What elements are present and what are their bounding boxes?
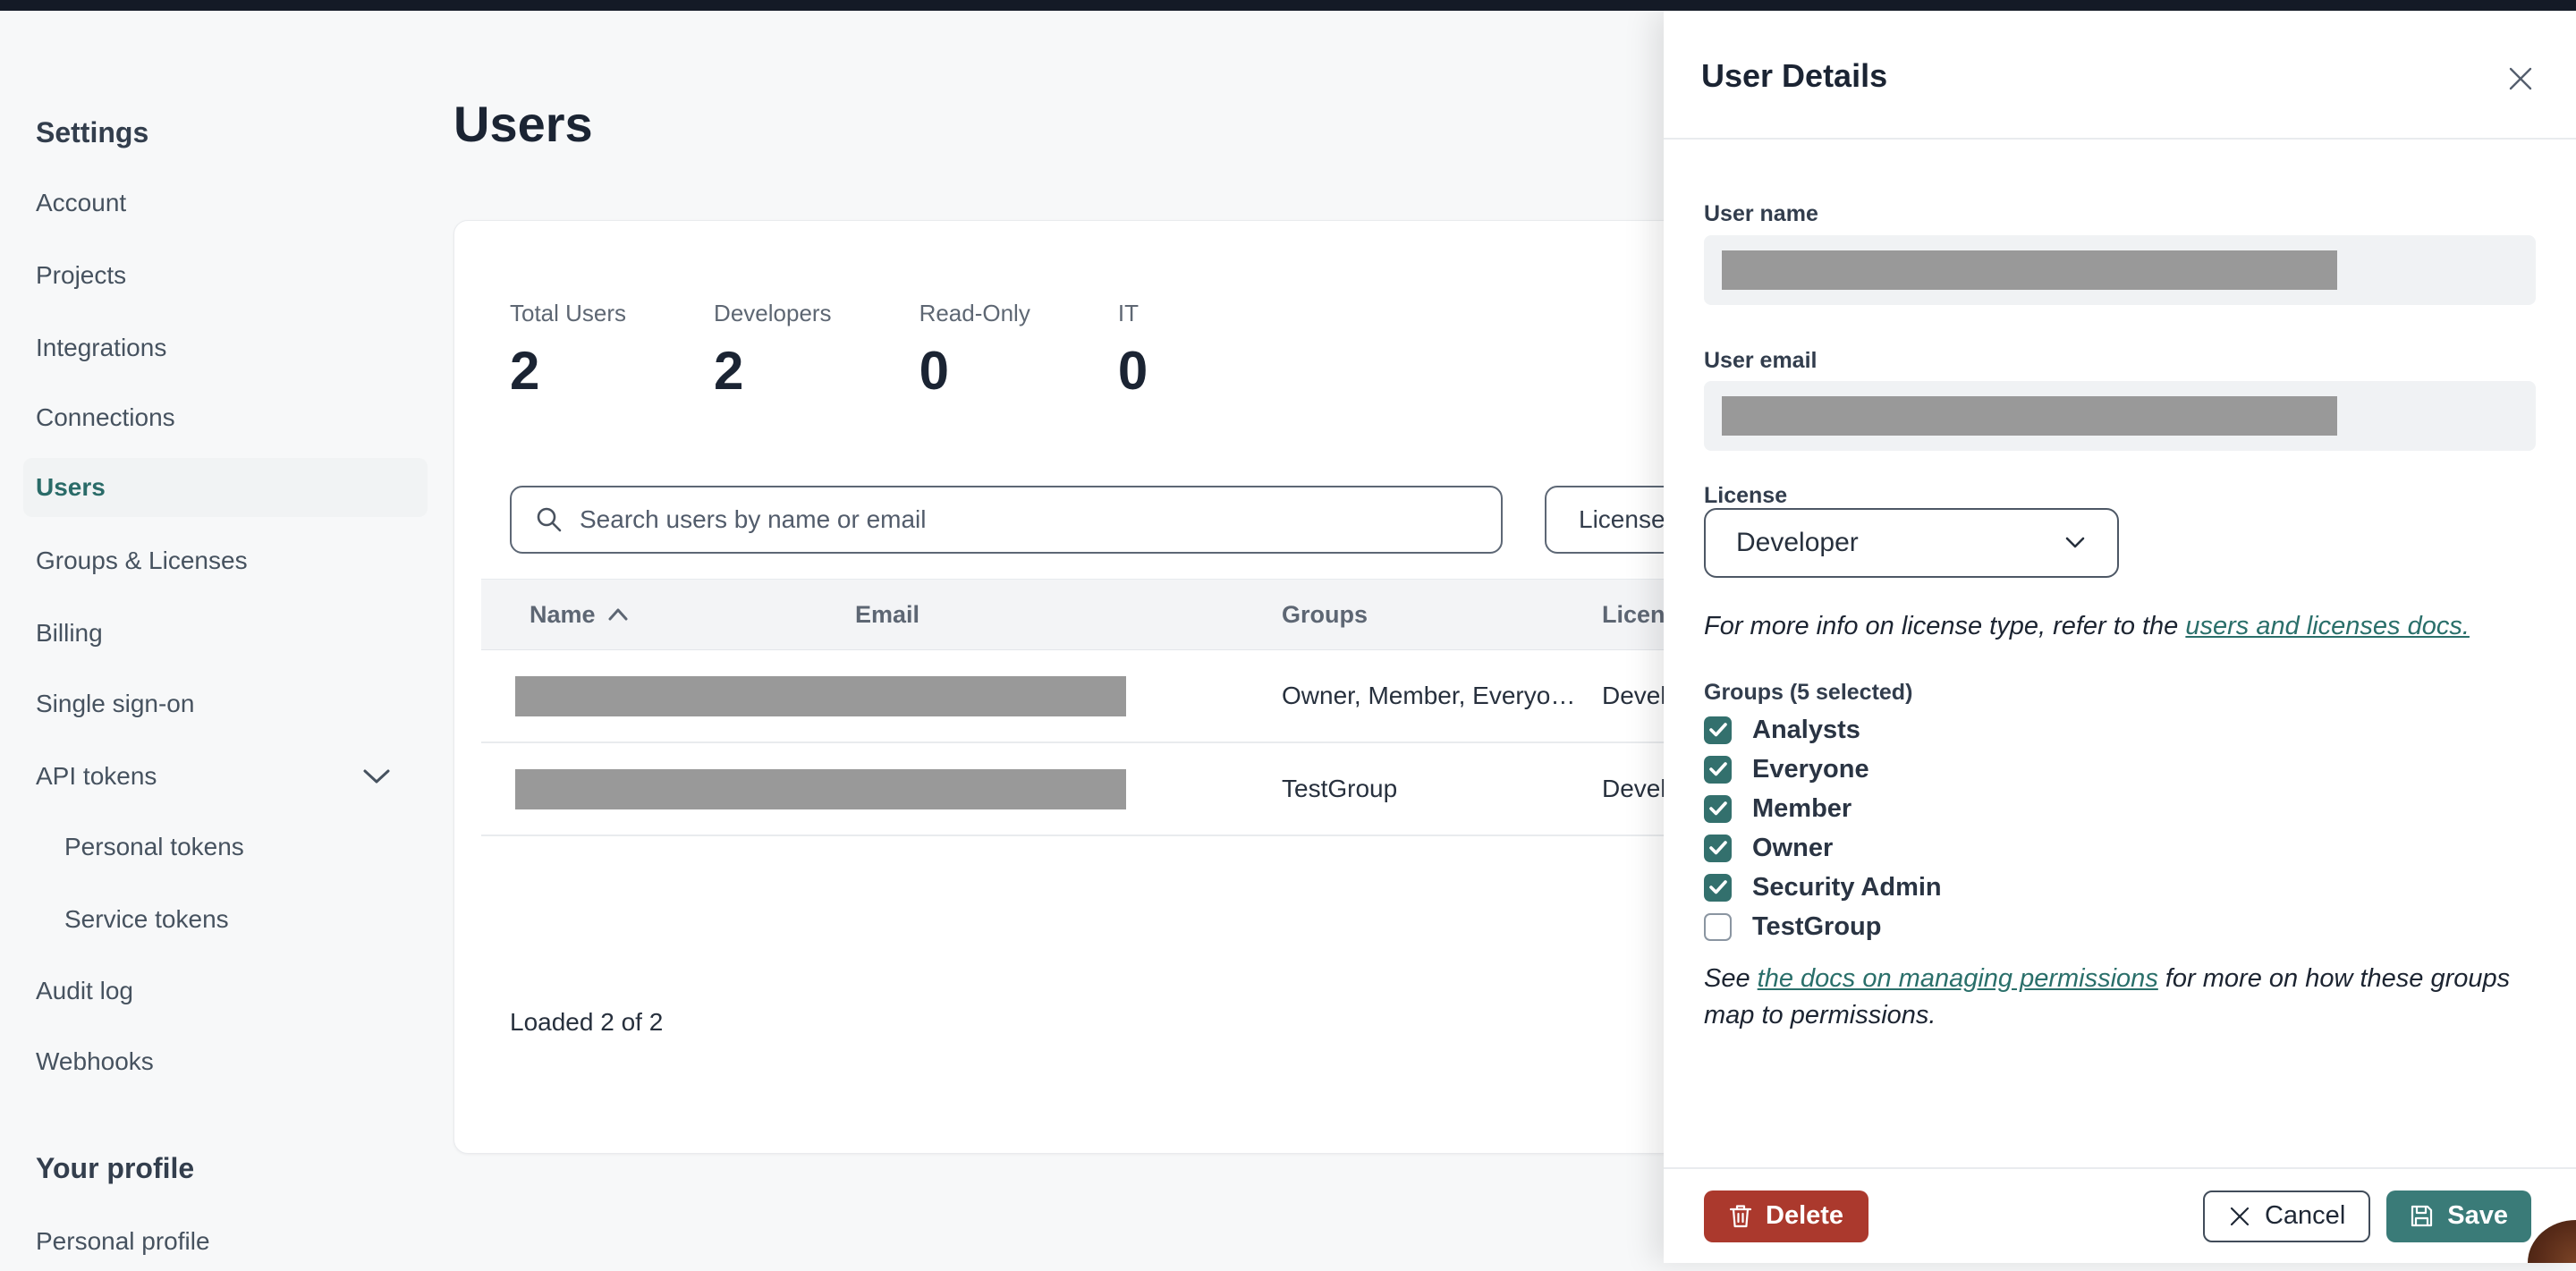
save-disk-icon bbox=[2410, 1204, 2434, 1228]
redacted-user-name bbox=[1722, 250, 2337, 290]
users-card: Total Users 2 Developers 2 Read-Only 0 I… bbox=[453, 220, 1849, 1154]
sidebar-heading-settings: Settings bbox=[36, 116, 149, 148]
search-icon bbox=[535, 505, 564, 534]
save-button[interactable]: Save bbox=[2386, 1190, 2531, 1242]
user-email-field[interactable] bbox=[1704, 381, 2536, 451]
license-select-value: Developer bbox=[1736, 528, 1859, 557]
permissions-note: See the docs on managing permissions for… bbox=[1704, 964, 2511, 1030]
loaded-status: Loaded 2 of 2 bbox=[510, 1008, 664, 1036]
x-icon bbox=[2228, 1205, 2251, 1228]
stat-total-users: Total Users 2 bbox=[510, 300, 627, 401]
close-icon[interactable] bbox=[2503, 61, 2538, 97]
drawer-title: User Details bbox=[1701, 57, 1888, 94]
table-header-row: Name Email Groups License bbox=[481, 579, 1823, 650]
sort-asc-icon bbox=[606, 606, 630, 623]
sidebar-item-connections[interactable]: Connections bbox=[23, 388, 428, 447]
sidebar-item-single-sign-on[interactable]: Single sign-on bbox=[23, 674, 428, 733]
group-checkbox-everyone[interactable]: Everyone bbox=[1704, 750, 1942, 789]
stat-developers: Developers 2 bbox=[714, 300, 832, 401]
user-stats: Total Users 2 Developers 2 Read-Only 0 I… bbox=[510, 300, 1148, 402]
sidebar-item-groups-licenses[interactable]: Groups & Licenses bbox=[23, 531, 428, 590]
stat-it: IT 0 bbox=[1117, 300, 1148, 401]
sidebar-item-audit-log[interactable]: Audit log bbox=[23, 962, 428, 1021]
redacted-name-email bbox=[515, 676, 1126, 716]
group-checkbox-testgroup[interactable]: TestGroup bbox=[1704, 907, 1942, 946]
table-row[interactable]: Owner, Member, Everyo… Developer bbox=[481, 650, 1823, 743]
checkbox-checked-icon bbox=[1704, 873, 1732, 902]
drawer-footer: Delete Cancel Save bbox=[1664, 1167, 2576, 1263]
sidebar-item-integrations[interactable]: Integrations bbox=[23, 318, 428, 377]
user-search bbox=[510, 486, 1503, 554]
license-label: License bbox=[1704, 483, 1788, 508]
sidebar-item-account[interactable]: Account bbox=[23, 174, 428, 233]
drawer-header-divider bbox=[1664, 138, 2576, 140]
managing-permissions-docs-link[interactable]: the docs on managing permissions bbox=[1758, 964, 2158, 993]
sidebar-heading-your-profile: Your profile bbox=[36, 1152, 195, 1184]
user-name-field[interactable] bbox=[1704, 235, 2536, 305]
groups-label: Groups (5 selected) bbox=[1704, 680, 1913, 705]
trash-icon bbox=[1729, 1204, 1752, 1229]
license-select[interactable]: Developer bbox=[1704, 508, 2119, 578]
user-email-label: User email bbox=[1704, 348, 1818, 373]
users-table: Name Email Groups License Owner, Member,… bbox=[481, 579, 1823, 836]
checkbox-unchecked-icon bbox=[1704, 912, 1732, 941]
delete-button[interactable]: Delete bbox=[1704, 1190, 1869, 1242]
sidebar-item-webhooks[interactable]: Webhooks bbox=[23, 1032, 428, 1091]
sidebar-item-personal-tokens[interactable]: Personal tokens bbox=[23, 818, 428, 877]
sidebar-item-personal-profile[interactable]: Personal profile bbox=[23, 1212, 428, 1271]
group-checkbox-security-admin[interactable]: Security Admin bbox=[1704, 868, 1942, 907]
stat-read-only: Read-Only 0 bbox=[919, 300, 1030, 401]
user-name-label: User name bbox=[1704, 201, 1818, 226]
sidebar-item-billing[interactable]: Billing bbox=[23, 604, 428, 663]
redacted-name-email bbox=[515, 769, 1126, 809]
sidebar-item-api-tokens[interactable]: API tokens bbox=[23, 747, 428, 806]
group-checkbox-owner[interactable]: Owner bbox=[1704, 828, 1942, 868]
users-licenses-docs-link[interactable]: users and licenses docs. bbox=[2185, 612, 2470, 640]
checkbox-checked-icon bbox=[1704, 716, 1732, 744]
user-details-drawer: User Details User name User email Licens… bbox=[1664, 11, 2576, 1263]
checkbox-checked-icon bbox=[1704, 834, 1732, 862]
table-row[interactable]: TestGroup Developer bbox=[481, 743, 1823, 836]
settings-sidebar: Settings Account Projects Integrations C… bbox=[0, 11, 452, 1263]
license-note: For more info on license type, refer to … bbox=[1704, 612, 2470, 640]
column-header-email: Email bbox=[855, 600, 920, 628]
checkbox-checked-icon bbox=[1704, 794, 1732, 823]
cell-groups: TestGroup bbox=[1282, 775, 1398, 802]
redacted-user-email bbox=[1722, 396, 2337, 436]
group-checkbox-member[interactable]: Member bbox=[1704, 789, 1942, 828]
group-checkbox-analysts[interactable]: Analysts bbox=[1704, 710, 1942, 750]
checkbox-checked-icon bbox=[1704, 755, 1732, 784]
column-header-name[interactable]: Name bbox=[530, 580, 630, 649]
chevron-down-icon bbox=[2063, 535, 2087, 551]
sidebar-item-users[interactable]: Users bbox=[23, 458, 428, 517]
groups-checklist: Analysts Everyone Member Owner Security … bbox=[1704, 710, 1942, 946]
page-title: Users bbox=[453, 96, 593, 152]
search-input[interactable] bbox=[580, 505, 1501, 534]
sidebar-item-projects[interactable]: Projects bbox=[23, 246, 428, 305]
cell-groups: Owner, Member, Everyo… bbox=[1282, 682, 1576, 709]
cancel-button[interactable]: Cancel bbox=[2202, 1190, 2371, 1242]
chevron-down-icon bbox=[361, 767, 392, 786]
top-bar bbox=[0, 0, 2576, 11]
sidebar-item-service-tokens[interactable]: Service tokens bbox=[23, 890, 428, 949]
column-header-groups: Groups bbox=[1282, 600, 1368, 628]
